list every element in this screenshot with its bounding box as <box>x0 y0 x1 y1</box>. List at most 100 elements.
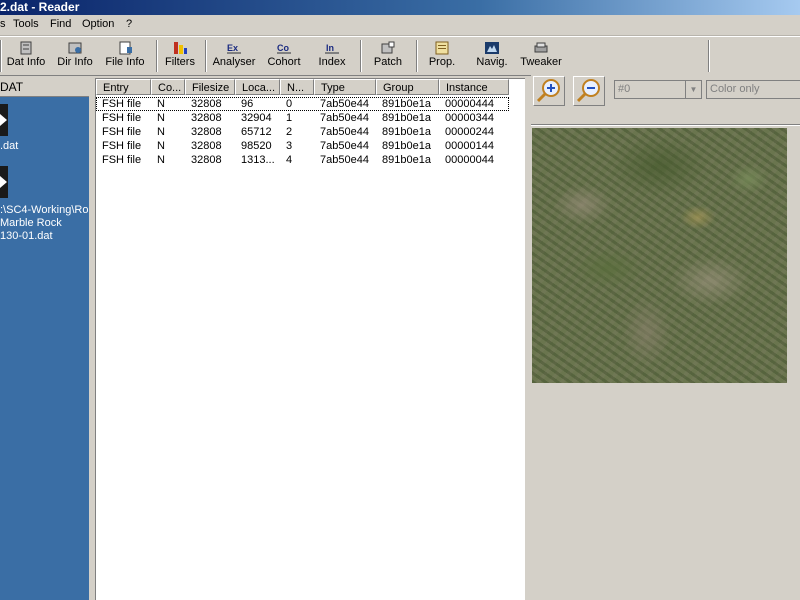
column-header-filesize[interactable]: Filesize <box>185 79 235 95</box>
cell-instance: 00000444 <box>445 98 494 110</box>
entry-list[interactable]: Entry Co... Filesize Loca... N... Type G… <box>95 78 525 600</box>
tweaker-icon <box>534 42 548 53</box>
cell-number: 1 <box>286 112 293 124</box>
menu-item-tools[interactable]: Tools <box>13 18 39 30</box>
dat-item-label[interactable]: :\SC4-Working\Ro Marble Rock 130-01.dat <box>0 204 88 243</box>
window-title: 2.dat - Reader <box>0 0 80 14</box>
menu-bar: s Tools Find Option ? <box>0 15 800 36</box>
index-button[interactable]: In Index <box>313 39 351 73</box>
zoom-in-icon <box>536 79 560 103</box>
title-bar: 2.dat - Reader <box>0 0 800 15</box>
column-header-compressed[interactable]: Co... <box>151 79 185 95</box>
menu-item-find[interactable]: Find <box>50 18 71 30</box>
cell-type: 7ab50e44 <box>320 126 369 138</box>
preview-pane: #0 ▼ Color only <box>531 74 800 600</box>
cell-location: 1313... <box>241 154 275 166</box>
dat-tree-pane[interactable]: DAT .dat :\SC4-Working\Ro Marble Rock 13… <box>0 78 89 600</box>
cell-instance: 00000144 <box>445 140 494 152</box>
cell-number: 0 <box>286 98 293 110</box>
dat-info-icon <box>20 41 32 55</box>
column-header-entry[interactable]: Entry <box>96 79 151 95</box>
file-info-icon <box>119 41 132 55</box>
cell-entry: FSH file <box>102 112 142 124</box>
cell-group: 891b0e1a <box>382 126 431 138</box>
cell-entry: FSH file <box>102 140 142 152</box>
cell-compressed: N <box>157 126 165 138</box>
dat-pane-header: DAT <box>0 78 89 97</box>
dat-file-icon[interactable] <box>0 104 10 138</box>
cell-filesize: 32808 <box>191 112 222 124</box>
navigator-button[interactable]: Navig. <box>472 39 512 73</box>
dir-info-button[interactable]: Dir Info <box>53 39 97 73</box>
cell-filesize: 32808 <box>191 98 222 110</box>
column-header-location[interactable]: Loca... <box>235 79 280 95</box>
svg-text:Co: Co <box>277 43 289 53</box>
properties-button[interactable]: Prop. <box>424 39 460 73</box>
toolbar: Dat Info Dir Info File Info Filters Ex A… <box>0 36 800 76</box>
cell-location: 65712 <box>241 126 272 138</box>
cohort-icon: Co <box>277 43 291 54</box>
cell-instance: 00000344 <box>445 112 494 124</box>
cell-compressed: N <box>157 154 165 166</box>
cell-location: 96 <box>241 98 254 110</box>
properties-icon <box>435 41 449 55</box>
zoom-in-button[interactable] <box>533 76 565 106</box>
filters-icon <box>174 42 187 54</box>
cell-entry: FSH file <box>102 98 142 110</box>
analyser-button[interactable]: Ex Analyser <box>211 39 257 73</box>
dat-info-button[interactable]: Dat Info <box>3 39 49 73</box>
bitmap-select[interactable]: #0 ▼ <box>614 80 702 99</box>
menu-item-help[interactable]: ? <box>126 18 132 30</box>
table-row[interactable]: FSH file N 32808 98520 3 7ab50e44 891b0e1a 0000… <box>96 139 509 153</box>
table-row[interactable]: FSH file N 32808 32904 1 7ab50e44 891b0e1a 0000… <box>96 111 509 125</box>
cell-group: 891b0e1a <box>382 154 431 166</box>
cohort-button[interactable]: Co Cohort <box>263 39 305 73</box>
file-info-button[interactable]: File Info <box>101 39 149 73</box>
chevron-down-icon[interactable]: ▼ <box>685 81 701 98</box>
cell-compressed: N <box>157 140 165 152</box>
list-header: Entry Co... Filesize Loca... N... Type G… <box>96 79 509 96</box>
menu-item-option[interactable]: Option <box>82 18 114 30</box>
cell-instance: 00000244 <box>445 126 494 138</box>
cell-group: 891b0e1a <box>382 140 431 152</box>
cell-entry: FSH file <box>102 154 142 166</box>
menu-item-file[interactable]: s <box>0 18 6 30</box>
column-header-number[interactable]: N... <box>280 79 314 95</box>
cell-compressed: N <box>157 112 165 124</box>
cell-type: 7ab50e44 <box>320 154 369 166</box>
column-header-instance[interactable]: Instance <box>439 79 509 95</box>
dir-info-icon <box>68 42 82 54</box>
cell-entry: FSH file <box>102 126 142 138</box>
patch-button[interactable]: Patch <box>368 39 408 73</box>
index-icon: In <box>325 43 339 54</box>
dat-file-icon[interactable] <box>0 166 10 200</box>
table-row[interactable]: FSH file N 32808 1313... 4 7ab50e44 891b0e1a 00… <box>96 153 509 167</box>
patch-icon <box>381 41 395 54</box>
svg-text:Ex: Ex <box>227 43 238 53</box>
svg-text:In: In <box>326 43 334 53</box>
dat-item-label[interactable]: .dat <box>0 140 18 152</box>
table-row[interactable]: FSH file N 32808 65712 2 7ab50e44 891b0e1a 0000… <box>96 125 509 139</box>
navigator-icon <box>485 42 499 54</box>
cell-number: 3 <box>286 140 293 152</box>
analyser-icon: Ex <box>227 43 241 54</box>
cell-location: 32904 <box>241 112 272 124</box>
column-header-type[interactable]: Type <box>314 79 376 95</box>
cell-filesize: 32808 <box>191 126 222 138</box>
cell-compressed: N <box>157 98 165 110</box>
column-header-group[interactable]: Group <box>376 79 439 95</box>
cell-type: 7ab50e44 <box>320 98 369 110</box>
zoom-out-button[interactable] <box>573 76 605 106</box>
zoom-out-icon <box>576 79 600 103</box>
cell-number: 2 <box>286 126 293 138</box>
cell-group: 891b0e1a <box>382 98 431 110</box>
tweaker-button[interactable]: Tweaker <box>518 39 564 73</box>
cell-instance: 00000044 <box>445 154 494 166</box>
cell-type: 7ab50e44 <box>320 112 369 124</box>
color-mode-select[interactable]: Color only <box>706 80 800 99</box>
filters-button[interactable]: Filters <box>161 39 199 73</box>
texture-preview-image <box>532 128 787 383</box>
cell-filesize: 32808 <box>191 154 222 166</box>
cell-filesize: 32808 <box>191 140 222 152</box>
table-row[interactable]: FSH file N 32808 96 0 7ab50e44 891b0e1a 0000044… <box>96 97 509 111</box>
